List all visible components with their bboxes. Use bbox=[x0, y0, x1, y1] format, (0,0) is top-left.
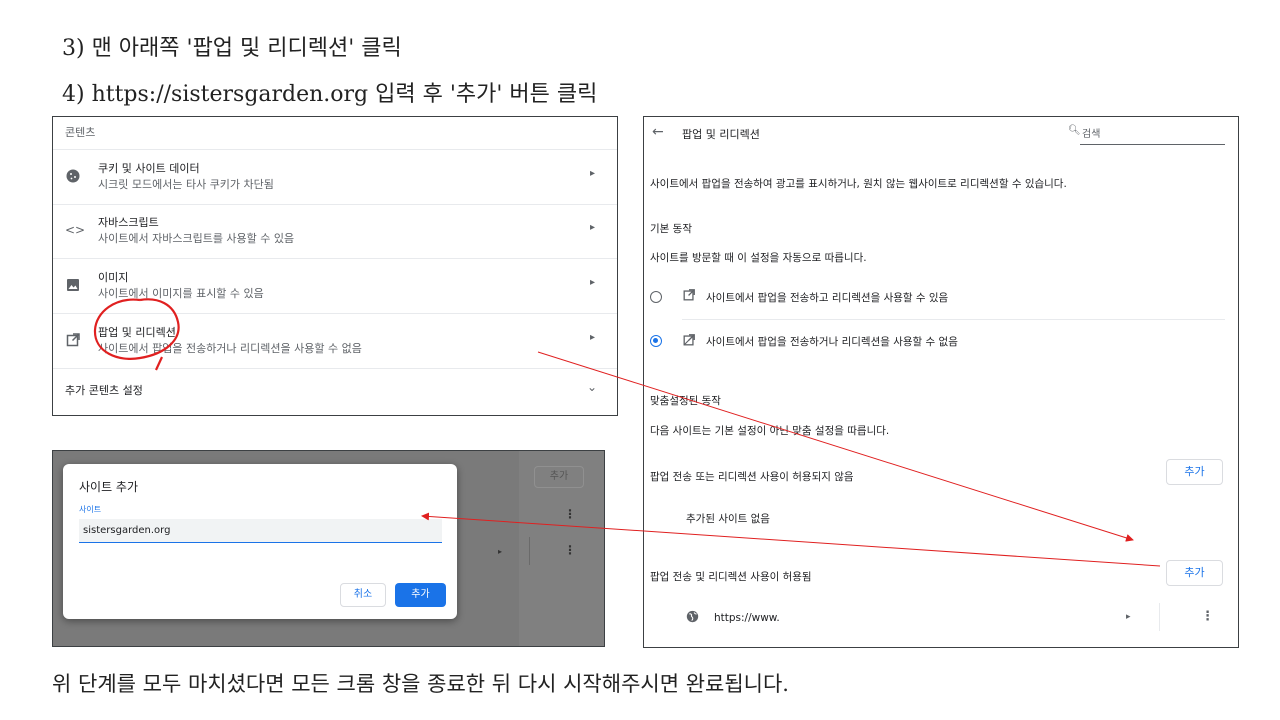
search-icon: 🔍︎ bbox=[1068, 125, 1081, 136]
cancel-button[interactable]: 취소 bbox=[340, 583, 386, 607]
default-behavior-heading: 기본 동작 bbox=[650, 223, 692, 235]
row-title: 자바스크립트 bbox=[98, 216, 159, 229]
radio-block[interactable] bbox=[650, 335, 662, 347]
add-button[interactable]: 추가 bbox=[395, 583, 446, 607]
add-site-screenshot: 추가 ⋮ ▸ ⋮ 사이트 추가 사이트 취소 추가 bbox=[52, 450, 605, 647]
chevron-right-icon: ▸ bbox=[589, 168, 595, 179]
chevron-down-icon: ⌄ bbox=[586, 380, 597, 394]
allowed-section-label: 팝업 전송 및 리디렉션 사용이 허용됨 bbox=[650, 571, 812, 583]
instruction-step-4: 4) https://sistersgarden.org 입력 후 '추가' 버… bbox=[62, 82, 598, 107]
option-block-label: 사이트에서 팝업을 전송하거나 리디렉션을 사용할 수 없음 bbox=[706, 336, 958, 348]
image-icon bbox=[65, 277, 81, 293]
open-in-new-icon bbox=[682, 288, 696, 306]
default-behavior-subtitle: 사이트를 방문할 때 이 설정을 자동으로 따릅니다. bbox=[650, 252, 867, 264]
chevron-right-icon[interactable]: ▸ bbox=[1126, 612, 1131, 622]
add-allowed-site-button[interactable]: 추가 bbox=[1166, 560, 1223, 586]
popup-blocked-icon bbox=[682, 333, 696, 350]
search-underline bbox=[1080, 144, 1225, 145]
add-site-dialog: 사이트 추가 사이트 취소 추가 bbox=[63, 464, 457, 619]
row-title: 팝업 및 리디렉션 bbox=[98, 326, 176, 339]
additional-content-settings[interactable]: 추가 콘텐츠 설정 ⌄ bbox=[53, 371, 617, 411]
additional-settings-label: 추가 콘텐츠 설정 bbox=[65, 384, 143, 397]
row-subtitle: 사이트에서 팝업을 전송하거나 리디렉션을 사용할 수 없음 bbox=[98, 342, 362, 355]
add-blocked-site-button[interactable]: 추가 bbox=[1166, 459, 1223, 485]
option-allow-label: 사이트에서 팝업을 전송하고 리디렉션을 사용할 수 있음 bbox=[706, 292, 949, 304]
popups-redirects-panel: ← 팝업 및 리디렉션 🔍︎ 검색 사이트에서 팝업을 전송하여 광고를 표시하… bbox=[643, 116, 1239, 648]
settings-row-cookies[interactable]: 쿠키 및 사이트 데이터 시크릿 모드에서는 타사 쿠키가 차단됨 ▸ bbox=[53, 149, 617, 205]
divider bbox=[682, 319, 1225, 320]
row-subtitle: 시크릿 모드에서는 타사 쿠키가 차단됨 bbox=[98, 178, 274, 191]
row-subtitle: 사이트에서 자바스크립트를 사용할 수 있음 bbox=[98, 232, 295, 245]
footer-instruction: 위 단계를 모두 마치셨다면 모든 크롬 창을 종료한 뒤 다시 시작해주시면 … bbox=[52, 672, 789, 696]
page-description: 사이트에서 팝업을 전송하여 광고를 표시하거나, 원치 않는 웹사이트로 리디… bbox=[650, 178, 1067, 190]
content-settings-panel: 콘텐츠 쿠키 및 사이트 데이터 시크릿 모드에서는 타사 쿠키가 차단됨 ▸ … bbox=[52, 116, 618, 416]
more-vert-icon: ⋮ bbox=[564, 507, 576, 521]
vertical-divider bbox=[529, 537, 530, 565]
chevron-right-icon: ▸ bbox=[498, 547, 503, 556]
row-subtitle: 사이트에서 이미지를 표시할 수 있음 bbox=[98, 287, 264, 300]
open-in-new-icon bbox=[65, 332, 81, 348]
instruction-step-3: 3) 맨 아래쪽 '팝업 및 리디렉션' 클릭 bbox=[62, 36, 402, 61]
cookie-icon bbox=[65, 168, 81, 184]
chevron-right-icon: ▸ bbox=[589, 277, 595, 288]
code-icon: <> bbox=[65, 223, 86, 237]
blocked-section-label: 팝업 전송 또는 리디렉션 사용이 허용되지 않음 bbox=[650, 471, 854, 483]
row-title: 이미지 bbox=[98, 271, 129, 284]
custom-behavior-heading: 맞춤설정된 동작 bbox=[650, 395, 721, 407]
chevron-right-icon: ▸ bbox=[589, 332, 595, 343]
no-sites-message: 추가된 사이트 없음 bbox=[686, 513, 770, 525]
chevron-right-icon: ▸ bbox=[589, 222, 595, 233]
allowed-site-url: https://www. bbox=[714, 612, 780, 624]
settings-row-popups[interactable]: 팝업 및 리디렉션 사이트에서 팝업을 전송하거나 리디렉션을 사용할 수 없음… bbox=[53, 314, 617, 369]
globe-icon bbox=[686, 610, 699, 626]
settings-row-javascript[interactable]: <> 자바스크립트 사이트에서 자바스크립트를 사용할 수 있음 ▸ bbox=[53, 204, 617, 259]
vertical-divider bbox=[1159, 603, 1160, 631]
background-add-button: 추가 bbox=[534, 466, 584, 488]
dialog-title: 사이트 추가 bbox=[79, 480, 139, 494]
custom-behavior-subtitle: 다음 사이트는 기본 설정이 아닌 맞춤 설정을 따릅니다. bbox=[650, 425, 890, 437]
page-title: 팝업 및 리디렉션 bbox=[682, 128, 760, 141]
row-title: 쿠키 및 사이트 데이터 bbox=[98, 162, 200, 175]
site-input[interactable] bbox=[79, 519, 442, 543]
radio-allow[interactable] bbox=[650, 291, 662, 303]
content-header: 콘텐츠 bbox=[65, 126, 96, 139]
search-input[interactable]: 검색 bbox=[1082, 125, 1100, 140]
more-vert-icon[interactable]: ⋮ bbox=[1201, 609, 1214, 624]
settings-row-images[interactable]: 이미지 사이트에서 이미지를 표시할 수 있음 ▸ bbox=[53, 259, 617, 314]
back-arrow-icon[interactable]: ← bbox=[652, 124, 664, 140]
site-field-label: 사이트 bbox=[79, 505, 102, 514]
more-vert-icon: ⋮ bbox=[564, 543, 576, 557]
